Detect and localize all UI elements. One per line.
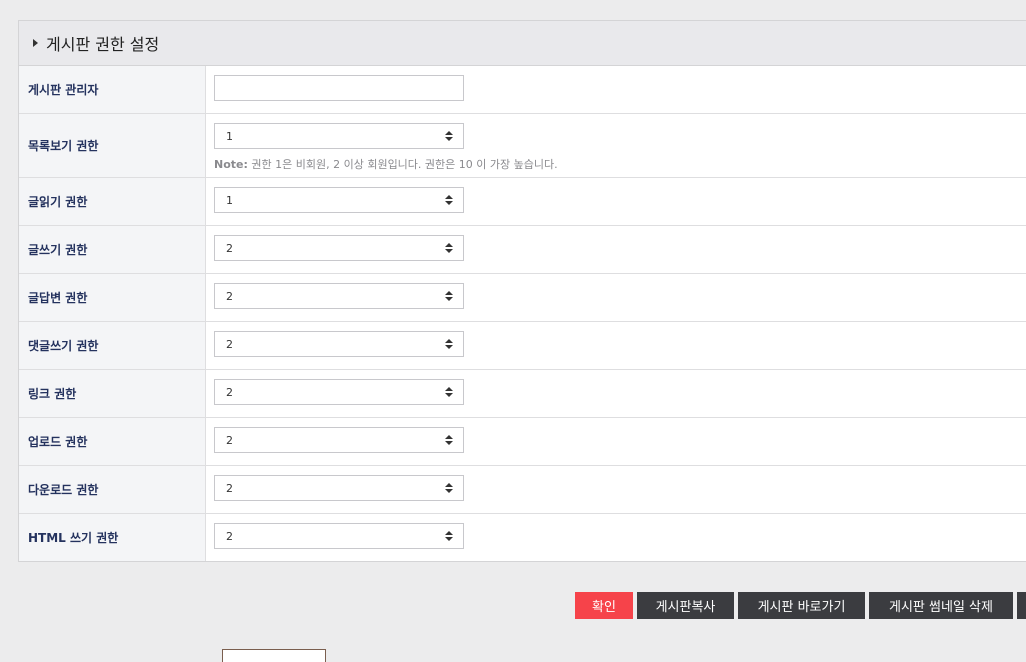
panel-header: 게시판 권한 설정 [19,21,1026,66]
caret-right-icon [33,39,38,47]
sort-arrows-icon [445,243,453,253]
sort-arrows-icon [445,291,453,301]
board-permission-panel: 게시판 권한 설정 게시판 관리자 목록보기 권한 1 Note: 권한 1은 … [18,20,1026,562]
list-permission-select[interactable]: 1 [214,123,464,149]
select-value: 2 [226,385,233,399]
sort-arrows-icon [445,339,453,349]
row-link-permission: 링크 권한 2 [19,370,1026,418]
select-value: 2 [226,529,233,543]
row-download-permission: 다운로드 권한 2 [19,466,1026,514]
reply-permission-select[interactable]: 2 [214,283,464,309]
comment-permission-select[interactable]: 2 [214,331,464,357]
delete-thumbnails-button[interactable]: 게시판 썸네일 삭제 [869,592,1013,619]
row-label: 목록보기 권한 [19,114,206,177]
row-list-permission: 목록보기 권한 1 Note: 권한 1은 비회원, 2 이상 회원입니다. 권… [19,114,1026,178]
row-label: 업로드 권한 [19,418,206,465]
row-board-admin: 게시판 관리자 [19,66,1026,114]
sort-arrows-icon [445,483,453,493]
select-value: 1 [226,129,233,143]
row-read-permission: 글읽기 권한 1 [19,178,1026,226]
row-label: 글답변 권한 [19,274,206,321]
sort-arrows-icon [445,131,453,141]
sort-arrows-icon [445,435,453,445]
row-write-permission: 글쓰기 권한 2 [19,226,1026,274]
note-prefix: Note: [214,158,248,171]
partial-bottom-element[interactable] [222,649,326,662]
row-comment-permission: 댓글쓰기 권한 2 [19,322,1026,370]
action-button-bar: 확인 게시판복사 게시판 바로가기 게시판 썸네일 삭제 [575,592,1026,619]
select-value: 2 [226,337,233,351]
row-label: 다운로드 권한 [19,466,206,513]
row-label: 댓글쓰기 권한 [19,322,206,369]
permission-note: Note: 권한 1은 비회원, 2 이상 회원입니다. 권한은 10 이 가장… [214,156,1021,172]
row-label: HTML 쓰기 권한 [19,514,206,561]
goto-board-button[interactable]: 게시판 바로가기 [738,592,865,619]
row-reply-permission: 글답변 권한 2 [19,274,1026,322]
html-permission-select[interactable]: 2 [214,523,464,549]
row-label: 글읽기 권한 [19,178,206,225]
sort-arrows-icon [445,195,453,205]
select-value: 2 [226,433,233,447]
download-permission-select[interactable]: 2 [214,475,464,501]
copy-board-button[interactable]: 게시판복사 [637,592,734,619]
sort-arrows-icon [445,531,453,541]
row-label: 게시판 관리자 [19,66,206,113]
row-label: 링크 권한 [19,370,206,417]
sort-arrows-icon [445,387,453,397]
board-admin-input[interactable] [214,75,464,101]
note-text: 권한 1은 비회원, 2 이상 회원입니다. 권한은 10 이 가장 높습니다. [247,158,558,171]
read-permission-select[interactable]: 1 [214,187,464,213]
link-permission-select[interactable]: 2 [214,379,464,405]
select-value: 2 [226,241,233,255]
confirm-button[interactable]: 확인 [575,592,633,619]
select-value: 2 [226,481,233,495]
select-value: 1 [226,193,233,207]
write-permission-select[interactable]: 2 [214,235,464,261]
select-value: 2 [226,289,233,303]
row-label: 글쓰기 권한 [19,226,206,273]
row-html-permission: HTML 쓰기 권한 2 [19,514,1026,561]
row-upload-permission: 업로드 권한 2 [19,418,1026,466]
panel-title: 게시판 권한 설정 [46,35,160,54]
partial-button[interactable] [1017,592,1026,619]
upload-permission-select[interactable]: 2 [214,427,464,453]
